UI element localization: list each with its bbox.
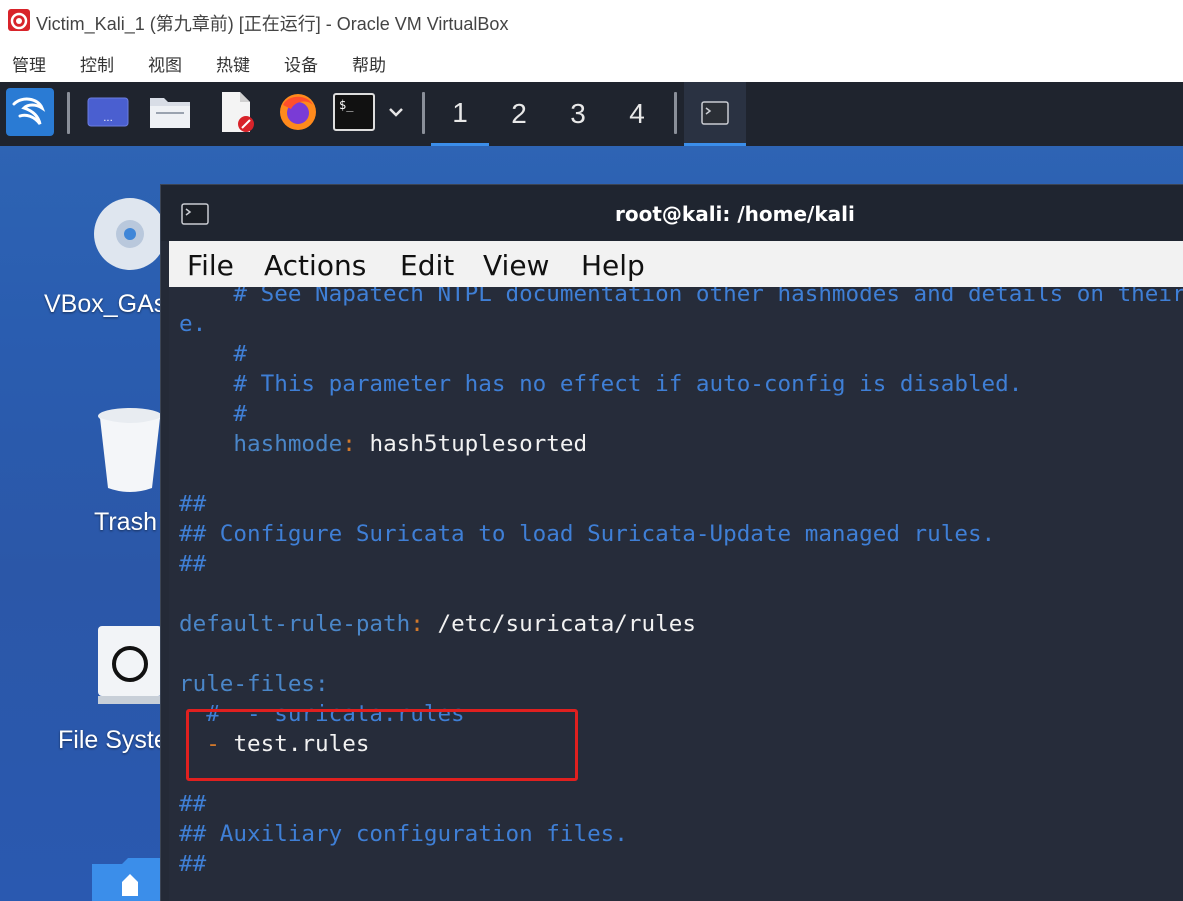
trash-icon[interactable] [94, 406, 166, 494]
terminal-dropdown-button[interactable] [382, 90, 410, 134]
terminal-line-rule-path: default-rule-path: /etc/suricata/rules [179, 611, 696, 637]
terminal-line: ## [179, 551, 207, 577]
terminal-menu-actions[interactable]: Actions [264, 249, 366, 282]
menu-view[interactable]: 视图 [148, 51, 182, 76]
menu-manage[interactable]: 管理 [12, 51, 46, 76]
terminal-line: ## Configure Suricata to load Suricata-U… [179, 521, 996, 547]
yaml-value: /etc/suricata/rules [437, 611, 696, 637]
kali-top-panel: ... $_ 1 2 3 4 [0, 82, 1183, 146]
terminal-output[interactable]: # See Napatech NTPL documentation other … [169, 287, 1183, 901]
terminal-icon [701, 100, 729, 125]
panel-separator [67, 92, 70, 134]
terminal-icon: $_ [333, 93, 375, 131]
virtualbox-app-icon [8, 9, 30, 31]
terminal-line: # [179, 401, 248, 427]
kali-menu-icon [12, 97, 46, 125]
menu-devices[interactable]: 设备 [284, 51, 318, 76]
cd-icon[interactable] [92, 196, 168, 272]
yaml-key: default-rule-path [179, 611, 411, 637]
panel-separator [674, 92, 677, 134]
menu-control[interactable]: 控制 [80, 51, 114, 76]
workspace-1[interactable]: 1 [431, 82, 489, 146]
svg-text:...: ... [103, 113, 113, 124]
terminal-line-rule-files: rule-files: [179, 671, 329, 697]
terminal-icon [181, 203, 209, 225]
workspace-3[interactable]: 3 [549, 82, 607, 146]
terminal-line: # [179, 341, 248, 367]
terminal-menu-help[interactable]: Help [581, 249, 645, 282]
workspace-4[interactable]: 4 [608, 82, 666, 146]
menu-hotkeys[interactable]: 热键 [216, 51, 250, 76]
workspace-2[interactable]: 2 [490, 82, 548, 146]
text-editor-icon [222, 92, 254, 132]
terminal-line: e. [179, 311, 207, 337]
terminal-menu-view[interactable]: View [483, 249, 549, 282]
firefox-button[interactable] [276, 90, 320, 134]
yaml-key: hashmode [233, 431, 343, 457]
terminal-line-hashmode: hashmode: hash5tuplesorted [233, 431, 588, 457]
text-editor-button[interactable] [214, 90, 258, 134]
highlight-box-annotation [186, 709, 578, 781]
vbox-titlebar: Victim_Kali_1 (第九章前) [正在运行] - Oracle VM … [0, 0, 1183, 42]
terminal-window: root@kali: /home/kali File Actions Edit … [160, 184, 1183, 901]
menu-help[interactable]: 帮助 [352, 51, 386, 76]
yaml-value: hash5tuplesorted [369, 431, 588, 457]
desktop-icon-label[interactable]: Trash [94, 508, 157, 537]
terminal-line: ## [179, 791, 207, 817]
home-folder-icon[interactable] [92, 854, 168, 901]
file-manager-icon [150, 98, 190, 128]
terminal-menubar: File Actions Edit View Help [169, 241, 1183, 287]
guest-screen: ... $_ 1 2 3 4 VBox_GAs_ Trash File Syst… [0, 82, 1183, 901]
terminal-line: ## Auxiliary configuration files. [179, 821, 628, 847]
terminal-title: root@kali: /home/kali [615, 202, 855, 226]
show-desktop-icon: ... [87, 97, 129, 127]
chevron-down-icon [389, 108, 403, 117]
terminal-line: ## [179, 851, 207, 877]
terminal-menu-edit[interactable]: Edit [400, 249, 454, 282]
panel-separator [422, 92, 425, 134]
file-manager-button[interactable] [148, 90, 192, 134]
yaml-key: rule-files [179, 671, 316, 697]
firefox-icon [280, 94, 316, 130]
kali-menu-button[interactable] [6, 88, 54, 136]
terminal-line: # This parameter has no effect if auto-c… [179, 371, 1023, 397]
terminal-menu-file[interactable]: File [187, 249, 234, 282]
window-title: Victim_Kali_1 (第九章前) [正在运行] - Oracle VM … [36, 14, 509, 34]
svg-text:$_: $_ [339, 98, 354, 112]
taskbar-terminal-window[interactable] [684, 82, 746, 146]
terminal-line: # See Napatech NTPL documentation other … [179, 287, 1183, 307]
terminal-titlebar[interactable]: root@kali: /home/kali [161, 185, 1183, 241]
show-desktop-button[interactable]: ... [86, 90, 130, 134]
terminal-line: ## [179, 491, 207, 517]
terminal-launcher-button[interactable]: $_ [332, 90, 376, 134]
drive-icon[interactable] [98, 626, 162, 706]
